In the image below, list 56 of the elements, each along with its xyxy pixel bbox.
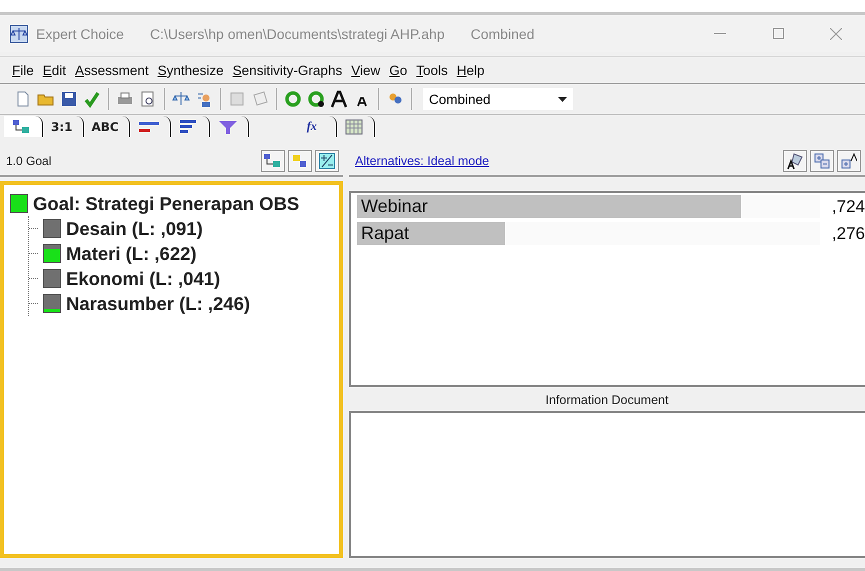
tree-node[interactable]: Goal: Strategi Penerapan OBS xyxy=(33,192,300,214)
information-title: Information Document xyxy=(544,392,670,409)
scale-icon[interactable] xyxy=(172,90,190,108)
hierarchy-icon xyxy=(263,153,283,169)
menu-item[interactable]: Synthesize xyxy=(158,62,224,78)
plus-minus-boxes-icon xyxy=(814,153,830,169)
nodes-icon xyxy=(292,154,308,168)
dropdown-caret-icon xyxy=(558,96,567,102)
priority-square-icon xyxy=(43,294,61,313)
tree-node[interactable]: Ekonomi (L: ,041) xyxy=(66,268,220,290)
expand-button[interactable] xyxy=(810,150,834,172)
priority-square-icon xyxy=(10,194,28,213)
menu-item[interactable]: File xyxy=(12,62,34,78)
font-tool-button[interactable] xyxy=(783,150,807,172)
tree-view-button[interactable] xyxy=(261,150,285,172)
priority-square-icon xyxy=(43,244,61,263)
menu-item[interactable]: Assessment xyxy=(75,62,149,78)
information-document-box[interactable] xyxy=(349,411,865,558)
hierarchy-icon xyxy=(12,118,32,134)
view-tab[interactable] xyxy=(4,116,43,137)
font-larger-icon[interactable] xyxy=(330,90,348,108)
save-icon[interactable] xyxy=(60,90,78,108)
menu-item[interactable]: Tools xyxy=(416,62,448,78)
alternative-name: Webinar xyxy=(361,196,428,217)
node-path: 1.0 Goal xyxy=(6,154,52,168)
tree-node[interactable]: Narasumber (L: ,246) xyxy=(66,292,250,314)
tree-node[interactable]: Desain (L: ,091) xyxy=(66,218,203,240)
menu-item[interactable]: Edit xyxy=(42,62,66,78)
funnel-icon xyxy=(218,118,238,134)
priority-value: ,724 xyxy=(832,196,865,216)
plus-minus-icon xyxy=(319,153,335,169)
maximize-icon xyxy=(772,28,784,39)
mode-dropdown[interactable]: Combined xyxy=(423,88,573,110)
mode-label: Combined xyxy=(470,26,534,42)
priority-value: ,276 xyxy=(832,224,865,244)
app-logo-icon xyxy=(10,24,28,42)
menu-item[interactable]: Help xyxy=(456,62,485,78)
close-icon xyxy=(830,28,842,40)
minimize-icon xyxy=(714,32,726,34)
tree-node[interactable]: Materi (L: ,622) xyxy=(66,242,197,264)
bar-chart-icon xyxy=(138,120,160,134)
letter-tag-icon xyxy=(786,152,804,170)
menu-item[interactable]: Go xyxy=(389,62,408,78)
alternative-name: Rapat xyxy=(361,223,410,244)
menu-item[interactable]: View xyxy=(351,62,380,78)
app-name: Expert Choice xyxy=(36,26,124,42)
grid-icon xyxy=(344,118,363,134)
check-icon[interactable] xyxy=(83,90,101,108)
alternatives-link[interactable]: Alternatives: Ideal mode xyxy=(355,154,490,168)
horizontal-bars-icon xyxy=(178,118,199,134)
menu-item[interactable]: Sensitivity-Graphs xyxy=(232,62,342,78)
plus-letter-icon xyxy=(841,153,857,169)
plus-minus-button[interactable] xyxy=(315,150,339,172)
file-path: C:\Users\hp omen\Documents\strategi AHP.ahp xyxy=(150,26,445,42)
add-text-button[interactable] xyxy=(837,150,861,172)
node-view-button[interactable] xyxy=(288,150,312,172)
